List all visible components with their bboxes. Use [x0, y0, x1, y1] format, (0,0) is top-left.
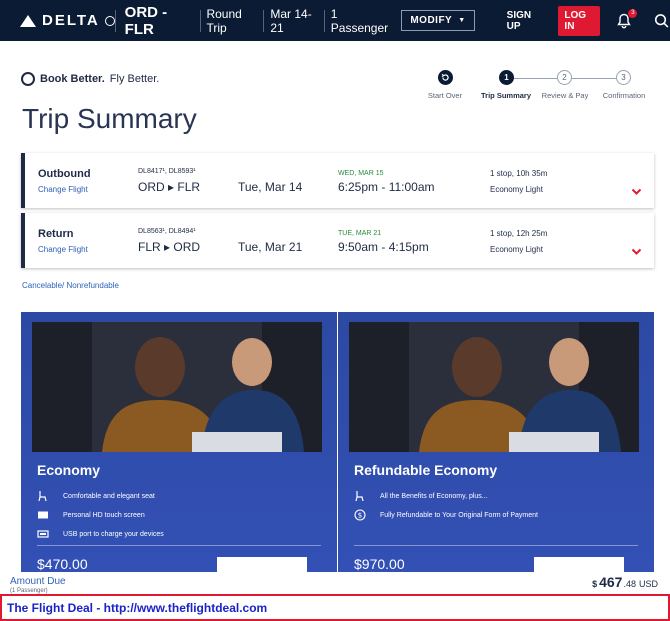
logo-text: DELTA: [42, 12, 100, 29]
flight-stops: 1 stop, 12h 25m: [490, 229, 548, 238]
feature-text: Comfortable and elegant seat: [63, 492, 155, 500]
flight-times: 9:50am - 4:15pm: [338, 240, 429, 254]
cancelable-note-link[interactable]: Cancelable/ Nonrefundable: [22, 281, 119, 290]
amount-due-bar: Amount Due (1 Passenger) $ 467 .48 USD: [0, 572, 670, 594]
feature-text: Personal HD touch screen: [63, 511, 145, 519]
tagline-book: Book Better.: [40, 73, 105, 85]
brand-tagline: Book Better. Fly Better.: [21, 72, 159, 86]
notifications-button[interactable]: 3: [616, 8, 638, 29]
fare-price: $470.00: [37, 556, 88, 572]
flight-numbers: DL8417¹, DL8593¹: [138, 168, 196, 175]
arrival-date: WED, MAR 15: [338, 170, 384, 177]
currency-code: USD: [638, 579, 658, 589]
flight-date: Tue, Mar 14: [238, 180, 303, 194]
cabin-photo: [32, 322, 322, 452]
flight-numbers: DL8563¹, DL8494¹: [138, 228, 196, 235]
delta-widget-icon: [20, 14, 36, 27]
select-fare-button[interactable]: [217, 557, 307, 572]
fare-feature: USB port to charge your devices: [37, 528, 164, 540]
amount-due-value: $ 467 .48 USD: [592, 574, 658, 590]
flight-route: FLR ▸ ORD: [138, 240, 201, 254]
flight-direction: Return: [38, 228, 74, 240]
fare-title: Economy: [37, 462, 101, 478]
currency-symbol: $: [592, 579, 598, 589]
screen-icon: [38, 511, 48, 519]
fare-card-refundable-economy[interactable]: Refundable Economy All the Benefits of E…: [338, 312, 654, 572]
fare-feature: All the Benefits of Economy, plus...: [354, 490, 488, 502]
flight-direction: Outbound: [38, 168, 91, 180]
step-2-circle: 2: [557, 70, 572, 85]
trip-type: Round Trip: [206, 6, 242, 35]
select-fare-button[interactable]: [534, 557, 624, 572]
fare-price: $970.00: [354, 556, 405, 572]
amount-cents: .48: [623, 579, 636, 589]
chevron-down-icon: ▼: [458, 17, 466, 24]
trip-dates: Mar 14-21: [270, 6, 312, 35]
fare-class: Economy Light: [490, 185, 543, 194]
seat-icon: [355, 491, 364, 502]
step-label-trip-summary: Trip Summary: [480, 91, 532, 100]
step-label-confirmation: Confirmation: [602, 91, 646, 100]
feature-text: All the Benefits of Economy, plus...: [380, 492, 488, 500]
log-in-button[interactable]: LOG IN: [558, 5, 601, 36]
page-title: Trip Summary: [22, 103, 197, 134]
feature-text: Fully Refundable to Your Original Form o…: [380, 511, 538, 519]
divider: [37, 545, 321, 546]
fare-title: Refundable Economy: [354, 462, 498, 478]
watermark-banner: The Flight Deal - http://www.theflightde…: [0, 594, 670, 621]
fare-card-economy[interactable]: Economy Comfortable and elegant seat Per…: [21, 312, 337, 572]
booking-stepper: 1 2 3 Start Over Trip Summary Review & P…: [420, 70, 650, 102]
watermark-text: The Flight Deal - http://www.theflightde…: [7, 601, 268, 615]
change-flight-link[interactable]: Change Flight: [38, 245, 88, 254]
notification-badge: 3: [628, 8, 638, 18]
start-over-icon[interactable]: [438, 70, 453, 85]
tagline-fly: Fly Better.: [109, 73, 160, 85]
dollar-icon: $: [354, 509, 366, 521]
chevron-down-icon[interactable]: [631, 186, 642, 197]
usb-icon: [37, 530, 49, 538]
chevron-down-icon[interactable]: [631, 246, 642, 257]
fare-feature: Comfortable and elegant seat: [37, 490, 155, 502]
arrival-date: TUE, MAR 21: [338, 230, 382, 237]
amount-dollars: 467: [599, 574, 623, 590]
sign-up-link[interactable]: SIGN UP: [507, 10, 543, 32]
step-label-review-pay: Review & Pay: [541, 91, 589, 100]
flight-times: 6:25pm - 11:00am: [338, 180, 435, 194]
search-icon[interactable]: [654, 12, 670, 30]
step-connector: [570, 78, 616, 79]
outbound-flight-row[interactable]: Outbound Change Flight DL8417¹, DL8593¹ …: [21, 153, 654, 208]
trip-route: ORD - FLR: [124, 3, 168, 38]
svg-text:$: $: [358, 512, 362, 520]
flight-stops: 1 stop, 10h 35m: [490, 169, 548, 178]
top-nav-bar: DELTA ORD - FLR Round Trip Mar 14-21 1 P…: [0, 0, 670, 41]
step-3-circle: 3: [616, 70, 631, 85]
flight-route: ORD ▸ FLR: [138, 180, 201, 194]
fare-feature: Personal HD touch screen: [37, 509, 145, 521]
modify-button[interactable]: MODIFY ▼: [401, 10, 475, 31]
globe-icon: [104, 15, 115, 26]
amount-due-label[interactable]: Amount Due: [10, 576, 66, 587]
passenger-count: 1 Passenger: [330, 6, 389, 35]
fare-class: Economy Light: [490, 245, 543, 254]
change-flight-link[interactable]: Change Flight: [38, 185, 88, 194]
modify-label: MODIFY: [410, 15, 453, 26]
flight-date: Tue, Mar 21: [238, 240, 303, 254]
seat-icon: [38, 491, 47, 502]
cabin-photo: [349, 322, 639, 452]
feature-text: USB port to charge your devices: [63, 530, 164, 538]
step-1-circle: 1: [499, 70, 514, 85]
delta-logo[interactable]: DELTA: [20, 12, 115, 29]
fare-feature: $ Fully Refundable to Your Original Form…: [354, 509, 538, 521]
divider: [354, 545, 638, 546]
step-label-start-over[interactable]: Start Over: [428, 91, 462, 100]
delta-badge-icon: [21, 72, 35, 86]
step-connector: [507, 78, 562, 79]
return-flight-row[interactable]: Return Change Flight DL8563¹, DL8494¹ FL…: [21, 213, 654, 268]
